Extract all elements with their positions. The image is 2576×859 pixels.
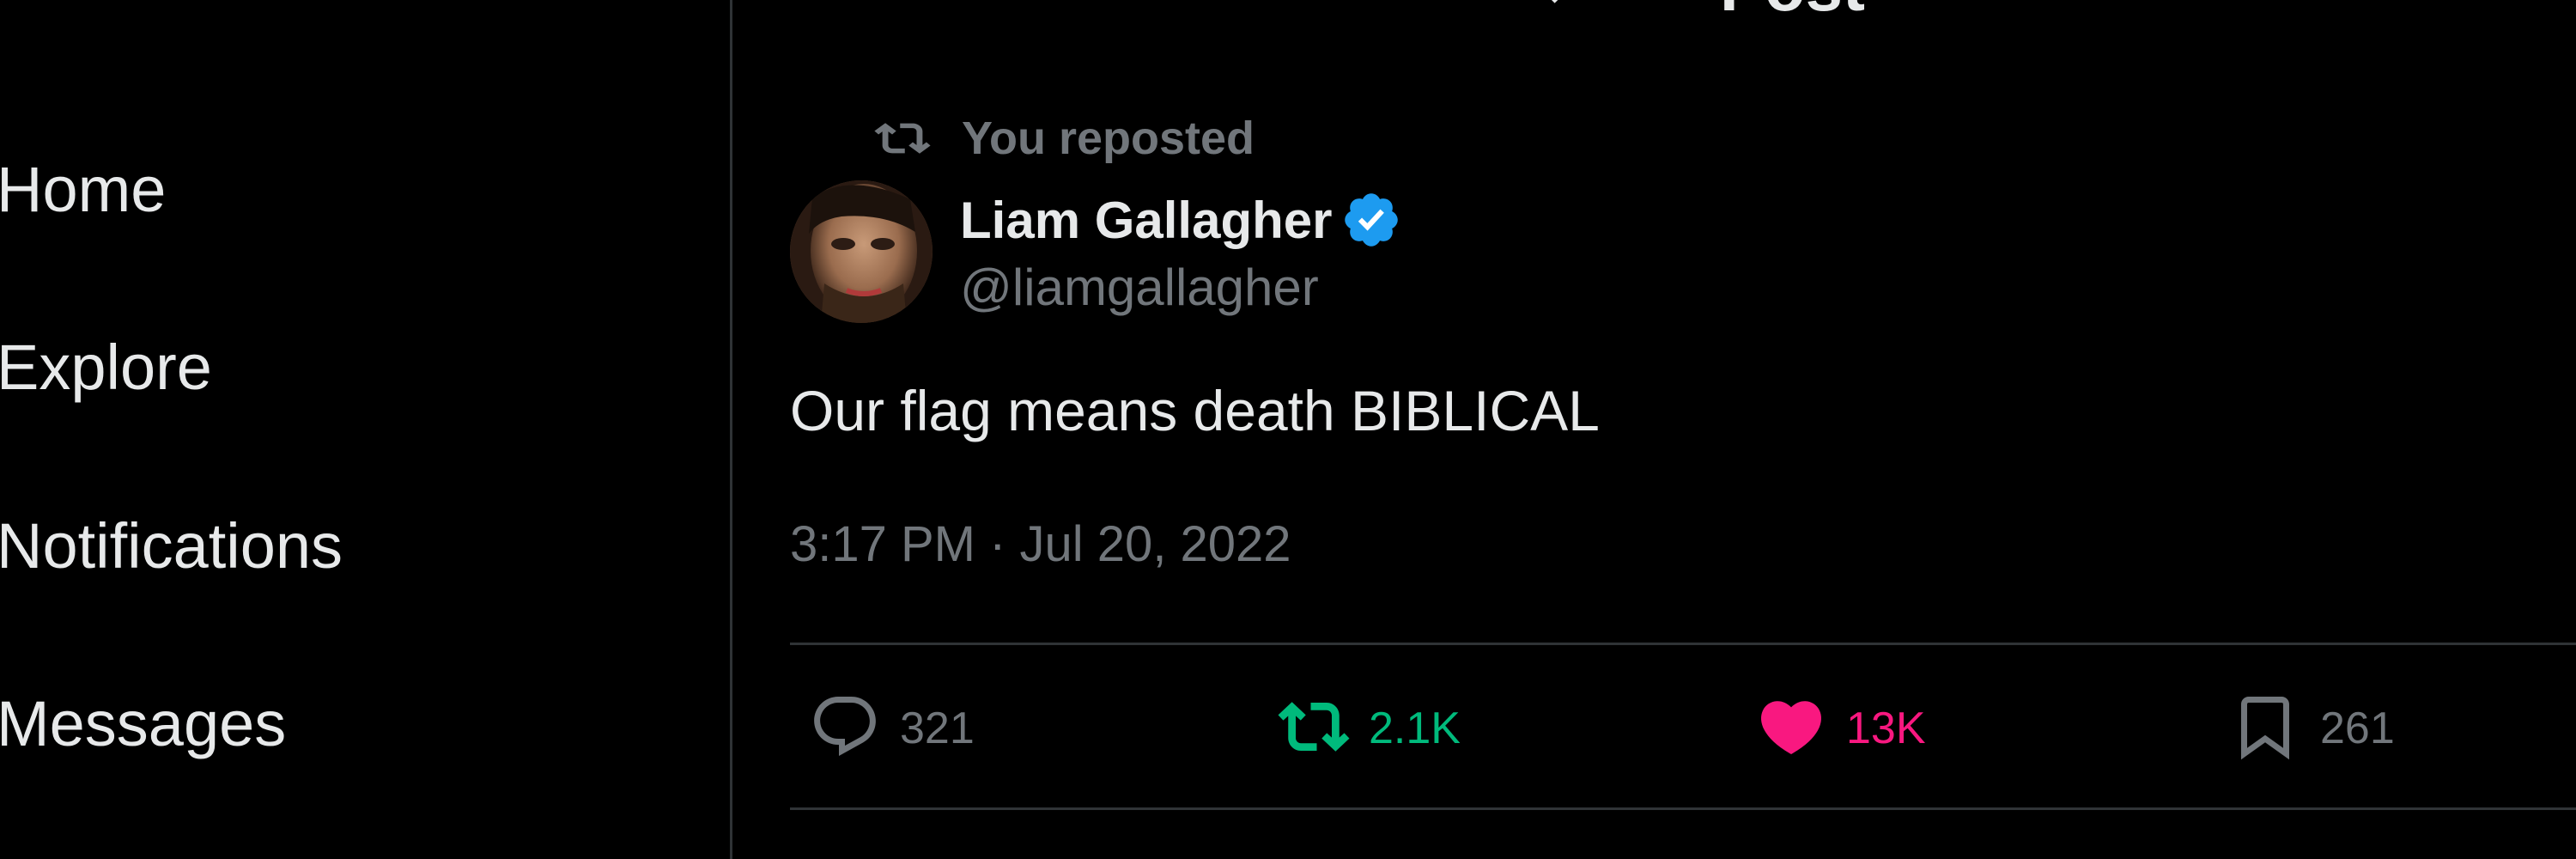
like-count: 13K [1846,704,1926,753]
sidebar-item-messages[interactable]: Messages [0,676,286,771]
sidebar-item-label: Explore [0,331,212,403]
page-title: Post [1720,0,1865,27]
app-root: Home Explore Notifications Messages Post… [0,0,2576,859]
author-handle[interactable]: @liamgallagher [960,258,1319,317]
repost-count: 2.1K [1369,704,1461,753]
repost-context-label: You reposted [962,113,1255,164]
heart-icon [1755,691,1827,767]
repost-icon [1278,691,1350,767]
repost-button[interactable]: 2.1K [1278,687,1461,770]
sidebar-item-label: Notifications [0,509,343,582]
repost-icon [874,116,931,161]
sidebar-nav: Home Explore Notifications Messages [0,0,730,859]
reply-button[interactable]: 321 [809,687,975,770]
reply-count: 321 [900,704,975,753]
sidebar-item-label: Messages [0,687,287,759]
bookmark-icon [2229,691,2301,767]
column-divider [730,0,732,859]
author-name-row[interactable]: Liam Gallagher [960,187,1402,253]
post-header: Post [732,0,2576,34]
sidebar-item-home[interactable]: Home [0,142,166,236]
reply-icon [809,691,881,767]
bookmark-count: 261 [2320,704,2395,753]
arrow-left-icon[interactable] [1531,0,1583,13]
post-text: Our flag means death BIBLICAL [790,379,1600,442]
divider [790,807,2576,810]
avatar[interactable] [790,180,933,323]
post-timestamp[interactable]: 3:17 PM · Jul 20, 2022 [790,515,1291,573]
divider [790,643,2576,645]
bookmark-button[interactable]: 261 [2229,687,2395,770]
like-button[interactable]: 13K [1755,687,1926,770]
repost-context: You reposted [874,110,1255,167]
sidebar-item-label: Home [0,153,167,225]
verified-badge-icon [1340,189,1402,251]
sidebar-item-explore[interactable]: Explore [0,320,212,414]
sidebar-item-notifications[interactable]: Notifications [0,498,343,593]
author-name[interactable]: Liam Gallagher [960,191,1332,250]
